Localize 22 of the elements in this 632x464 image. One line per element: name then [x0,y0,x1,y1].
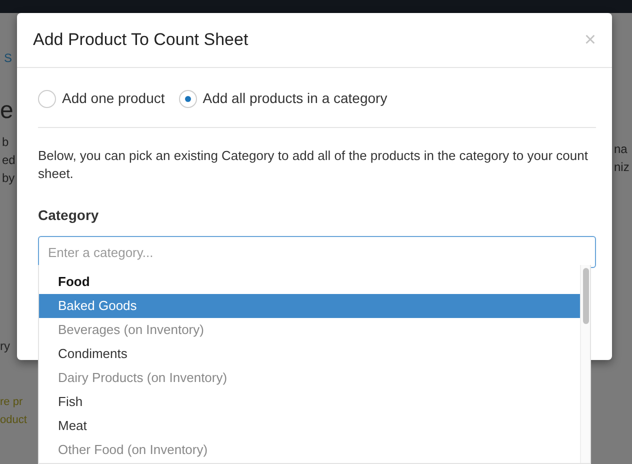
modal-title: Add Product To Count Sheet [33,29,248,52]
body-text: niz [614,159,630,176]
body-text: b [2,134,9,151]
dropdown-option[interactable]: Baked Goods [39,294,580,318]
warning-text: oduct [0,413,27,428]
table-cell-text: ry [0,338,10,355]
link-text[interactable]: S [4,49,12,67]
radio-option[interactable]: Add all products in a category [178,88,388,109]
description-text: Below, you can pick an existing Category to add all of the products in the category to your count sheet. [38,147,589,183]
radio-option[interactable]: Add one product [38,88,165,109]
dropdown-option[interactable]: Fish [39,390,580,414]
page-heading: e [0,97,14,125]
body-text: ed [2,152,16,169]
category-input-field[interactable]: Enter a category... [38,236,596,268]
group-header: Food [57,273,91,291]
field-label: Category [38,206,100,225]
body-text: by [2,170,15,187]
dropdown-option[interactable]: Condiments [39,342,580,366]
scrollbar-thumb[interactable] [582,268,588,324]
warning-text: re pr [0,395,23,410]
dropdown-option[interactable]: Meat [39,414,580,438]
body-text: na [614,141,628,158]
